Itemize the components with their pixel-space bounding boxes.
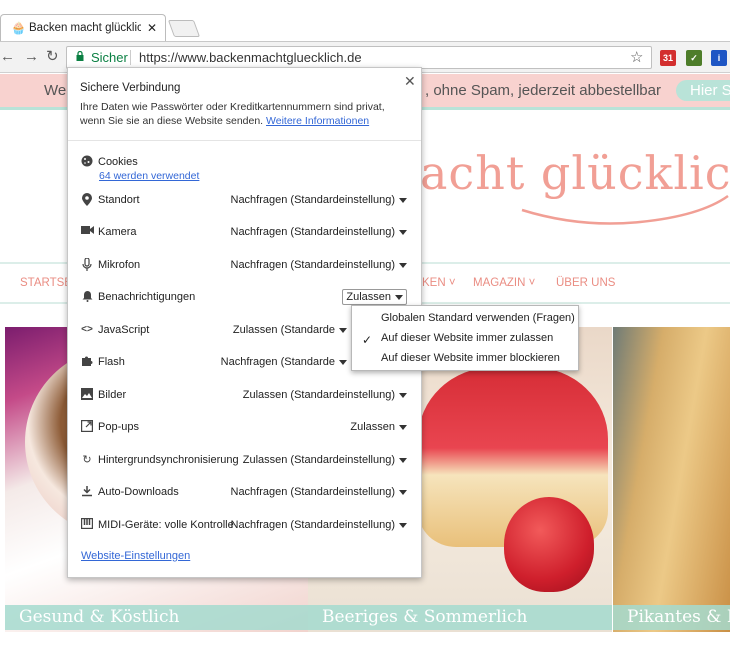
caption-gesund[interactable]: Gesund & Köstlich (5, 605, 308, 630)
hintergrund-label: Hintergrundsynchronisierung (98, 454, 239, 466)
puzzle-icon (80, 355, 94, 369)
nav-backen[interactable]: KEN ˅ (422, 277, 456, 289)
logo-swoosh (521, 194, 729, 225)
permission-bilder: Bilder Zulassen (Standardeinstellung) (68, 384, 421, 408)
popup-divider (68, 140, 421, 141)
standort-select[interactable]: Nachfragen (Standardeinstellung) (231, 194, 408, 206)
flash-select[interactable]: Nachfragen (Standarde (221, 356, 347, 368)
bookmark-star-icon[interactable]: ☆ (630, 48, 643, 66)
image-icon (80, 388, 94, 402)
microphone-icon (80, 257, 94, 272)
calendar-extension-icon[interactable]: 31 (660, 50, 676, 66)
option-always-allow[interactable]: ✓ Auf dieser Website immer zulassen (352, 328, 578, 348)
downloads-select[interactable]: Nachfragen (Standardeinstellung) (231, 486, 408, 498)
nav-startseite[interactable]: STARTSE (20, 277, 72, 289)
nav-backen-label: KEN (422, 277, 446, 289)
midi-icon (80, 518, 94, 532)
tab-title: Backen macht glücklich - (29, 22, 141, 34)
reload-icon[interactable]: ↻ (46, 47, 59, 65)
flash-label: Flash (98, 356, 125, 368)
download-icon (80, 485, 94, 499)
close-icon[interactable]: ✕ (404, 73, 416, 90)
browser-tab[interactable]: 🧁 Backen macht glücklich - ✕ (0, 14, 166, 41)
downloads-label: Auto-Downloads (98, 486, 179, 498)
popups-label: Pop-ups (98, 421, 139, 433)
back-arrow-icon[interactable]: ← (0, 48, 15, 65)
nav-magazin[interactable]: MAGAZIN ˅ (473, 277, 535, 289)
cookie-icon (80, 155, 94, 169)
benachrichtigungen-label: Benachrichtigungen (98, 291, 196, 303)
forward-arrow-icon[interactable]: → (24, 48, 39, 65)
popups-select[interactable]: Zulassen (350, 421, 407, 433)
address-bar[interactable]: Sicher https://www.backenmachtgluecklich… (66, 46, 652, 69)
standort-label: Standort (98, 194, 140, 206)
bilder-select[interactable]: Zulassen (Standardeinstellung) (243, 389, 407, 401)
nav-ueber-uns[interactable]: ÜBER UNS (556, 277, 615, 289)
hintergrund-select[interactable]: Zulassen (Standardeinstellung) (243, 454, 407, 466)
new-tab-button[interactable] (167, 20, 201, 37)
checkmark-icon: ✓ (362, 333, 373, 347)
permission-midi: MIDI-Geräte: volle Kontrolle Nachfragen … (68, 514, 421, 538)
mikrofon-label: Mikrofon (98, 259, 141, 271)
midi-select[interactable]: Nachfragen (Standardeinstellung) (231, 519, 408, 531)
camera-icon (80, 225, 94, 239)
secure-label[interactable]: Sicher (91, 50, 128, 65)
kamera-label: Kamera (98, 226, 137, 238)
more-info-link[interactable]: Weitere Informationen (266, 115, 369, 127)
lock-icon[interactable] (76, 51, 84, 61)
close-tab-icon[interactable]: ✕ (147, 21, 157, 35)
popup-icon (80, 420, 94, 434)
code-icon: <> (81, 324, 93, 335)
option-global-default[interactable]: Globalen Standard verwenden (Fragen) (352, 308, 578, 328)
javascript-select[interactable]: Zulassen (Standarde (233, 324, 347, 336)
cookies-label: Cookies (98, 156, 138, 168)
bilder-label: Bilder (98, 389, 127, 401)
option-always-block[interactable]: Auf dieser Website immer blockieren (352, 348, 578, 368)
caption-pikantes[interactable]: Pikantes & Fin (613, 605, 730, 630)
permission-mikrofon: Mikrofon Nachfragen (Standardeinstellung… (68, 254, 421, 278)
checklist-extension-icon[interactable]: ✓ (686, 50, 702, 66)
connection-description: Ihre Daten wie Passwörter oder Kreditkar… (80, 100, 410, 128)
permission-standort: Standort Nachfragen (Standardeinstellung… (68, 189, 421, 213)
benachrichtigungen-select[interactable]: Zulassen (342, 289, 407, 305)
notification-options-menu: Globalen Standard verwenden (Fragen) ✓ A… (351, 305, 579, 371)
caption-beeriges[interactable]: Beeriges & Sommerlich (308, 605, 612, 630)
nav-magazin-label: MAGAZIN (473, 277, 526, 289)
location-pin-icon (80, 193, 94, 207)
banner-text-start: Wei (44, 82, 70, 99)
connection-title: Sichere Verbindung (80, 82, 181, 94)
mikrofon-select[interactable]: Nachfragen (Standardeinstellung) (231, 259, 408, 271)
bell-icon (80, 290, 94, 304)
sync-icon: ↻ (82, 454, 92, 466)
cookies-count-link[interactable]: 64 werden verwendet (99, 170, 199, 182)
banner-text: , ohne Spam, jederzeit abbestellbar (425, 82, 661, 99)
banner-subscribe-button[interactable]: Hier S (676, 80, 730, 101)
permission-kamera: Kamera Nachfragen (Standardeinstellung) (68, 221, 421, 245)
url-text[interactable]: https://www.backenmachtgluecklich.de (139, 50, 362, 65)
info-extension-icon[interactable]: i (711, 50, 727, 66)
website-settings-link[interactable]: Website-Einstellungen (81, 550, 190, 562)
midi-label: MIDI-Geräte: volle Kontrolle (98, 519, 234, 531)
cupcake-icon: 🧁 (11, 21, 26, 35)
permission-popups: Pop-ups Zulassen (68, 416, 421, 440)
javascript-label: JavaScript (98, 324, 150, 336)
strawberry-photo (504, 497, 594, 592)
kamera-select[interactable]: Nachfragen (Standardeinstellung) (231, 226, 408, 238)
permission-downloads: Auto-Downloads Nachfragen (Standardeinst… (68, 481, 421, 505)
tab-strip: 🧁 Backen macht glücklich - ✕ (0, 0, 730, 41)
omnibox-separator (130, 50, 131, 65)
permission-hintergrund: ↻ Hintergrundsynchronisierung Zulassen (… (68, 449, 421, 473)
hero-image-pikantes[interactable] (613, 327, 730, 632)
option-always-allow-label: Auf dieser Website immer zulassen (381, 332, 554, 344)
